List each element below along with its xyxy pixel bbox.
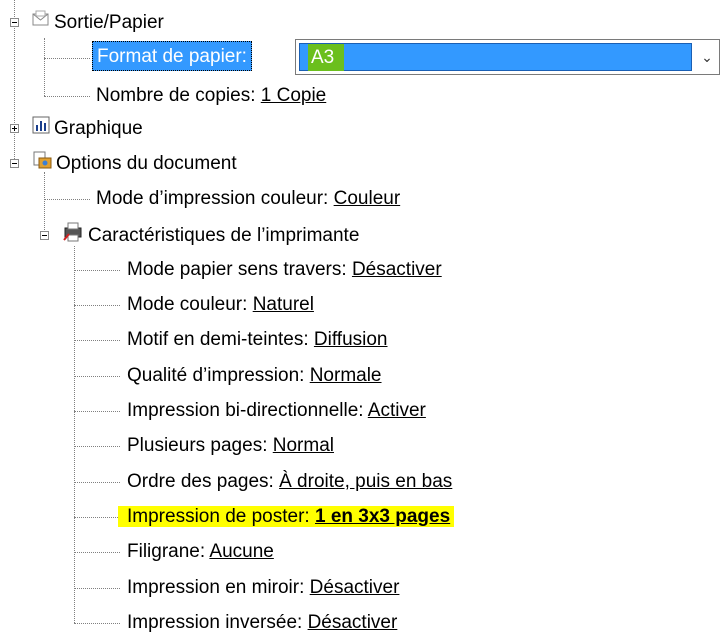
tree-node-plusieurs-pages[interactable]: Plusieurs pages: Normal: [127, 433, 334, 459]
document-options-icon: [32, 151, 52, 177]
collapse-sortie-icon[interactable]: [10, 18, 19, 27]
paper-format-field[interactable]: [299, 43, 692, 71]
tree-line: [74, 552, 120, 553]
tree-node-mode-papier-sens-travers[interactable]: Mode papier sens travers: Désactiver: [127, 257, 442, 283]
tree-node-qualite-impression[interactable]: Qualité d’impression: Normale: [127, 363, 382, 389]
tree-line: [74, 517, 120, 518]
feature-label: Impression inversée:: [127, 612, 303, 633]
tree-line: [44, 199, 90, 200]
feature-value[interactable]: Aucune: [209, 541, 273, 562]
chart-icon: [32, 116, 50, 142]
tree-node-caracteristiques[interactable]: Caractéristiques de l’imprimante: [62, 222, 359, 248]
graphique-label: Graphique: [54, 118, 143, 140]
tree-node-motif-demi-teintes[interactable]: Motif en demi-teintes: Diffusion: [127, 327, 388, 353]
tree-line: [74, 305, 120, 306]
feature-value[interactable]: Désactiver: [352, 259, 442, 280]
paper-output-icon: [32, 10, 50, 36]
feature-label: Impression bi-directionnelle:: [127, 400, 364, 421]
copies-value[interactable]: 1 Copie: [261, 85, 327, 106]
feature-label: Qualité d’impression:: [127, 365, 305, 386]
paper-format-select[interactable]: A3 ⌄: [295, 39, 720, 75]
mode-impression-couleur-label: Mode d’impression couleur:: [96, 188, 329, 209]
tree-line: [74, 246, 75, 623]
tree-node-options[interactable]: Options du document: [32, 151, 237, 177]
tree-node-impression-inversee[interactable]: Impression inversée: Désactiver: [127, 610, 397, 636]
tree-line: [74, 376, 120, 377]
tree-node-copies[interactable]: Nombre de copies: 1 Copie: [96, 83, 326, 109]
options-label: Options du document: [56, 153, 237, 175]
caracteristiques-label: Caractéristiques de l’imprimante: [88, 225, 360, 247]
feature-value[interactable]: Désactiver: [310, 577, 400, 598]
tree-line: [74, 411, 120, 412]
tree-node-impression-de-poster[interactable]: Impression de poster: 1 en 3x3 pages: [118, 504, 455, 530]
tree-node-filigrane[interactable]: Filigrane: Aucune: [127, 539, 274, 565]
tree-line: [44, 172, 45, 236]
feature-value[interactable]: À droite, puis en bas: [279, 471, 452, 492]
feature-label: Mode papier sens travers:: [127, 259, 347, 280]
feature-value[interactable]: 1 en 3x3 pages: [315, 506, 450, 527]
tree-line: [74, 482, 120, 483]
chevron-down-icon[interactable]: ⌄: [695, 40, 719, 74]
collapse-options-icon[interactable]: [10, 159, 19, 168]
tree-line: [44, 96, 90, 97]
collapse-caracteristiques-icon[interactable]: [40, 231, 49, 240]
feature-value[interactable]: Désactiver: [308, 612, 398, 633]
tree-line: [74, 270, 120, 271]
tree-line: [74, 340, 120, 341]
tree-node-impression-bi-directionnelle[interactable]: Impression bi-directionnelle: Activer: [127, 398, 426, 424]
tree-node-graphique[interactable]: Graphique: [32, 116, 143, 142]
feature-label: Mode couleur:: [127, 294, 248, 315]
tree-line: [74, 446, 120, 447]
mode-impression-couleur-value[interactable]: Couleur: [334, 188, 401, 209]
feature-label: Ordre des pages:: [127, 471, 274, 492]
printer-features-icon: [62, 222, 84, 250]
feature-label: Impression de poster:: [127, 506, 310, 527]
format-papier-label[interactable]: Format de papier:: [92, 41, 252, 71]
sortie-label: Sortie/Papier: [54, 12, 164, 34]
tree-line: [74, 623, 120, 624]
feature-label: Filigrane:: [127, 541, 206, 562]
feature-value[interactable]: Normale: [310, 365, 382, 386]
tree-node-sortie-papier[interactable]: Sortie/Papier: [32, 10, 164, 36]
tree-node-impression-en-miroir[interactable]: Impression en miroir: Désactiver: [127, 575, 399, 601]
tree-node-mode-couleur[interactable]: Mode couleur: Naturel: [127, 292, 314, 318]
tree-line: [74, 588, 120, 589]
feature-value[interactable]: Normal: [273, 435, 334, 456]
feature-value[interactable]: Activer: [368, 400, 426, 421]
feature-value[interactable]: Diffusion: [314, 329, 388, 350]
feature-label: Motif en demi-teintes:: [127, 329, 309, 350]
tree-line: [44, 38, 45, 96]
paper-format-value: A3: [308, 44, 344, 71]
tree-line: [44, 58, 90, 59]
expand-graphique-icon[interactable]: [10, 124, 19, 133]
copies-label: Nombre de copies:: [96, 85, 256, 106]
feature-label: Plusieurs pages:: [127, 435, 268, 456]
poster-highlight: Impression de poster: 1 en 3x3 pages: [118, 506, 455, 527]
feature-value[interactable]: Naturel: [253, 294, 314, 315]
feature-label: Impression en miroir:: [127, 577, 305, 598]
tree-node-ordre-des-pages[interactable]: Ordre des pages: À droite, puis en bas: [127, 469, 452, 495]
tree-node-mode-impression-couleur[interactable]: Mode d’impression couleur: Couleur: [96, 186, 400, 212]
